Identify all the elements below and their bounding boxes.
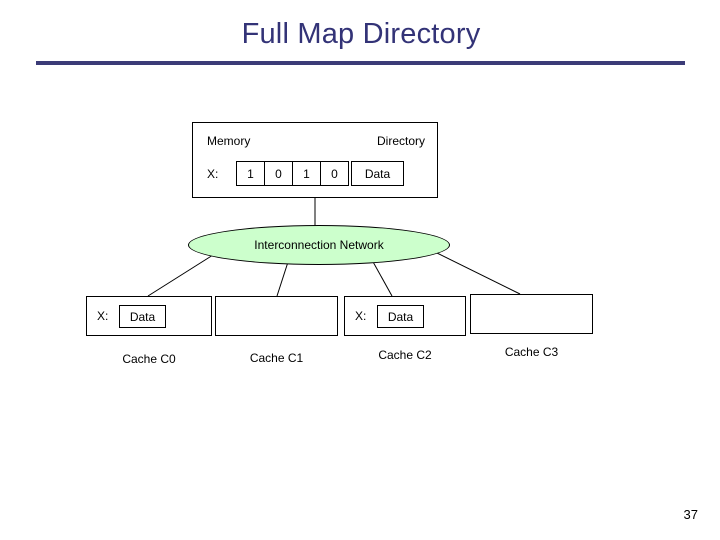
page-title: Full Map Directory xyxy=(241,18,481,50)
cache-address-label-c0: X: xyxy=(97,309,109,323)
link-network-to-cache-c0 xyxy=(147,254,214,297)
page-number: 37 xyxy=(683,507,698,522)
link-network-to-cache-c2 xyxy=(371,259,393,297)
interconnection-network-ellipse: Interconnection Network xyxy=(188,225,450,265)
connector-lines xyxy=(147,198,521,297)
cache-caption-c3: Cache C3 xyxy=(504,345,559,359)
cache-box-c0: X: Data xyxy=(86,296,212,336)
cache-box-c2: X: Data xyxy=(344,296,466,336)
cache-box-c3 xyxy=(470,294,593,334)
cache-address-label-c2: X: xyxy=(355,309,367,323)
link-network-to-cache-c3 xyxy=(436,252,521,295)
cache-data-cell-c2: Data xyxy=(377,305,424,328)
memory-data-cell: Data xyxy=(351,161,404,186)
cache-box-c1 xyxy=(215,296,338,336)
cache-caption-c1: Cache C1 xyxy=(249,351,304,365)
cache-data-cell-c0: Data xyxy=(119,305,166,328)
memory-label: Memory xyxy=(207,134,251,148)
memory-directory-block: Memory Directory X: 1 0 1 0 Data xyxy=(192,122,438,198)
slide-canvas: Full Map Directory Memory Directory X: 1… xyxy=(0,0,720,540)
presence-bit-cell: 0 xyxy=(264,161,293,186)
title-divider xyxy=(36,61,685,65)
presence-bit-cell: 1 xyxy=(236,161,265,186)
interconnection-network-label: Interconnection Network xyxy=(254,238,384,252)
link-network-to-cache-c1 xyxy=(276,261,289,297)
presence-bit-cell: 1 xyxy=(292,161,321,186)
memory-address-label: X: xyxy=(207,167,219,181)
presence-bit-vector: 1 0 1 0 Data xyxy=(236,161,404,186)
directory-label: Directory xyxy=(376,134,425,148)
cache-caption-c2: Cache C2 xyxy=(378,348,432,362)
presence-bit-cell: 0 xyxy=(320,161,349,186)
cache-caption-c0: Cache C0 xyxy=(122,352,176,366)
